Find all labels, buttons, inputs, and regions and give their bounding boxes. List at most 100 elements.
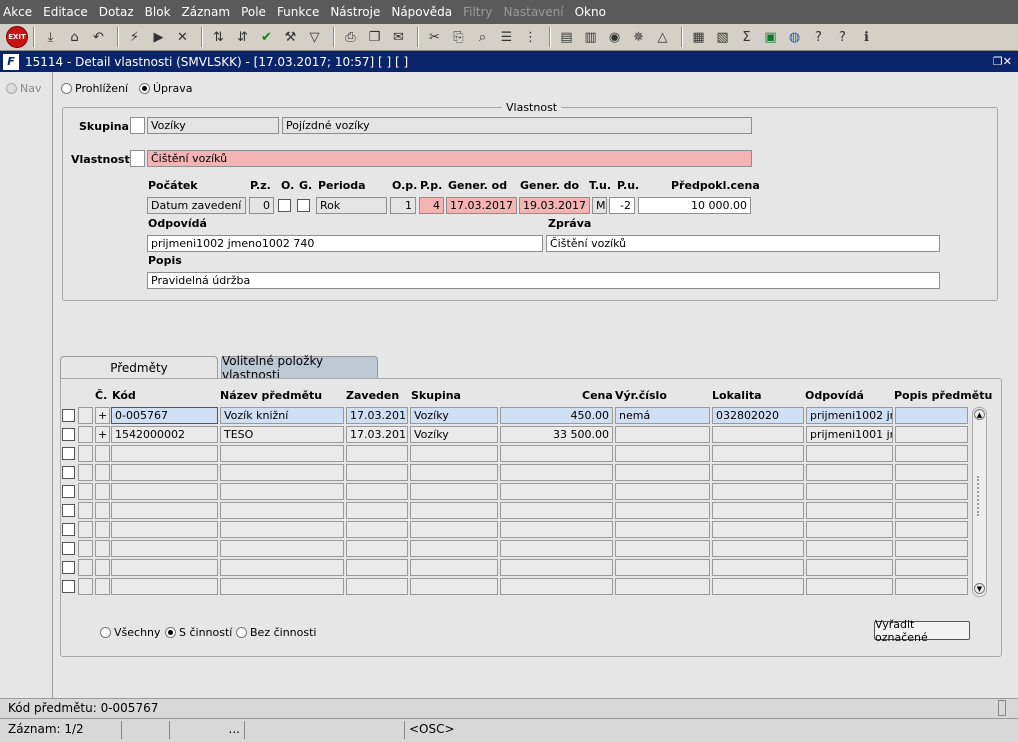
vlastnost-lov-button[interactable] [130, 150, 145, 167]
table-cell-kod[interactable] [111, 483, 218, 500]
table-cell-zaveden[interactable] [346, 445, 408, 462]
mountain-icon[interactable]: △ [652, 27, 673, 48]
pocatek-field[interactable]: Datum zavedení [147, 197, 246, 214]
table-cell-kod[interactable] [111, 540, 218, 557]
table-cell-skupina[interactable] [410, 445, 498, 462]
tab-predmety[interactable]: Předměty [60, 356, 218, 378]
menu-item-7[interactable]: Nástroje [330, 5, 380, 19]
cancel-query-icon[interactable]: ✕ [172, 27, 193, 48]
table-cell-vyrcislo[interactable] [615, 502, 710, 519]
excel-icon[interactable]: ▣ [760, 27, 781, 48]
table-cell-vyrcislo[interactable] [615, 483, 710, 500]
genod-field[interactable]: 17.03.2017 [446, 197, 517, 214]
document-icon[interactable]: ▤ [556, 27, 577, 48]
table-cell-skupina[interactable]: Vozíky [410, 407, 498, 424]
table-cell-cena[interactable] [500, 540, 613, 557]
table-cell-odpovida[interactable] [806, 521, 893, 538]
table-cell-cena[interactable] [500, 559, 613, 576]
table-cell-nazev[interactable] [220, 464, 344, 481]
table-cell-popis[interactable] [895, 559, 968, 576]
table-cell-popis[interactable] [895, 483, 968, 500]
table-cell-odpovida[interactable] [806, 502, 893, 519]
filter-all-radio[interactable] [100, 627, 111, 638]
g-checkbox[interactable] [297, 199, 310, 212]
pp-field[interactable]: 4 [419, 197, 444, 214]
table-cell-lokalita[interactable] [712, 483, 804, 500]
filter-icon[interactable]: ▽ [304, 27, 325, 48]
table-cell-lokalita[interactable]: 032802020 [712, 407, 804, 424]
table-cell-vyrcislo[interactable] [615, 521, 710, 538]
table-cell-vyrcislo[interactable] [615, 464, 710, 481]
table-cell-vyrcislo[interactable] [615, 540, 710, 557]
table-cell-odpovida[interactable] [806, 483, 893, 500]
list-icon[interactable]: ☰ [496, 27, 517, 48]
table-cell-lokalita[interactable] [712, 578, 804, 595]
table-cell-lokalita[interactable] [712, 559, 804, 576]
table-cell-cena[interactable] [500, 445, 613, 462]
table-cell-nazev[interactable] [220, 559, 344, 576]
table-cell-skupina[interactable] [410, 502, 498, 519]
table-cell-nazev[interactable] [220, 502, 344, 519]
menu-item-3[interactable]: Blok [145, 5, 171, 19]
table-cell-skupina[interactable] [410, 559, 498, 576]
mode-browse-radio[interactable] [61, 83, 72, 94]
tu-field[interactable]: M [592, 197, 607, 214]
tab-volitelne-polozky[interactable]: Volitelné položky vlastnosti [221, 354, 378, 382]
table-cell-skupina[interactable] [410, 521, 498, 538]
table-cell-odpovida[interactable] [806, 559, 893, 576]
vlastnost-field[interactable]: Čištění vozíků [147, 150, 752, 167]
tools-icon[interactable]: ⚒ [280, 27, 301, 48]
row-plus[interactable]: + [95, 407, 110, 424]
table-cell-cena[interactable] [500, 483, 613, 500]
table-cell-nazev[interactable]: TESO [220, 426, 344, 443]
help-icon[interactable]: ? [832, 27, 853, 48]
table-cell-popis[interactable] [895, 445, 968, 462]
table-cell-cena[interactable]: 33 500.00 [500, 426, 613, 443]
skupina-lov-button[interactable] [130, 117, 145, 134]
menu-item-4[interactable]: Záznam [182, 5, 231, 19]
tree-icon[interactable]: ⋮ [520, 27, 541, 48]
menu-item-1[interactable]: Editace [43, 5, 88, 19]
table-cell-lokalita[interactable] [712, 502, 804, 519]
table-cell-vyrcislo[interactable] [615, 559, 710, 576]
table-cell-cena[interactable] [500, 464, 613, 481]
table-cell-cena[interactable] [500, 502, 613, 519]
table-cell-kod[interactable]: 0-005767 [111, 407, 218, 424]
menu-item-5[interactable]: Pole [241, 5, 266, 19]
printer-icon[interactable]: ⎙ [340, 27, 361, 48]
filter-without-radio[interactable] [236, 627, 247, 638]
table-cell-skupina[interactable] [410, 464, 498, 481]
table-cell-kod[interactable] [111, 521, 218, 538]
table-cell-vyrcislo[interactable] [615, 426, 710, 443]
row-plus[interactable]: + [95, 426, 110, 443]
restore-window-icon[interactable]: ❐✕ [993, 55, 1012, 68]
save-icon[interactable]: ⤓ [40, 27, 61, 48]
scroll-down-icon[interactable]: ▼ [974, 583, 985, 594]
menu-item-2[interactable]: Dotaz [99, 5, 134, 19]
perioda-field[interactable]: Rok [316, 197, 387, 214]
row-select-checkbox[interactable] [62, 447, 75, 460]
row-plus[interactable] [95, 502, 110, 519]
row-select-checkbox[interactable] [62, 428, 75, 441]
table-cell-odpovida[interactable] [806, 540, 893, 557]
table-cell-kod[interactable] [111, 578, 218, 595]
table-cell-nazev[interactable] [220, 540, 344, 557]
table-cell-popis[interactable] [895, 578, 968, 595]
table-cell-lokalita[interactable] [712, 464, 804, 481]
menu-item-0[interactable]: Akce [3, 5, 32, 19]
pu-field[interactable]: -2 [609, 197, 635, 214]
info-icon[interactable]: ℹ [856, 27, 877, 48]
table-cell-odpovida[interactable]: prijmeni1001 jmen [806, 426, 893, 443]
table-cell-zaveden[interactable]: 17.03.2017 [346, 426, 408, 443]
table-cell-popis[interactable] [895, 502, 968, 519]
table-cell-odpovida[interactable]: prijmeni1002 jmen [806, 407, 893, 424]
row-plus[interactable] [95, 464, 110, 481]
table-cell-lokalita[interactable] [712, 540, 804, 557]
row-select-checkbox[interactable] [62, 466, 75, 479]
table-cell-popis[interactable] [895, 407, 968, 424]
check-icon[interactable]: ✔ [256, 27, 277, 48]
print-preview-icon[interactable]: ⌂ [64, 27, 85, 48]
table-cell-kod[interactable] [111, 464, 218, 481]
cut-icon[interactable]: ✂ [424, 27, 445, 48]
table-cell-zaveden[interactable]: 17.03.2017 [346, 407, 408, 424]
